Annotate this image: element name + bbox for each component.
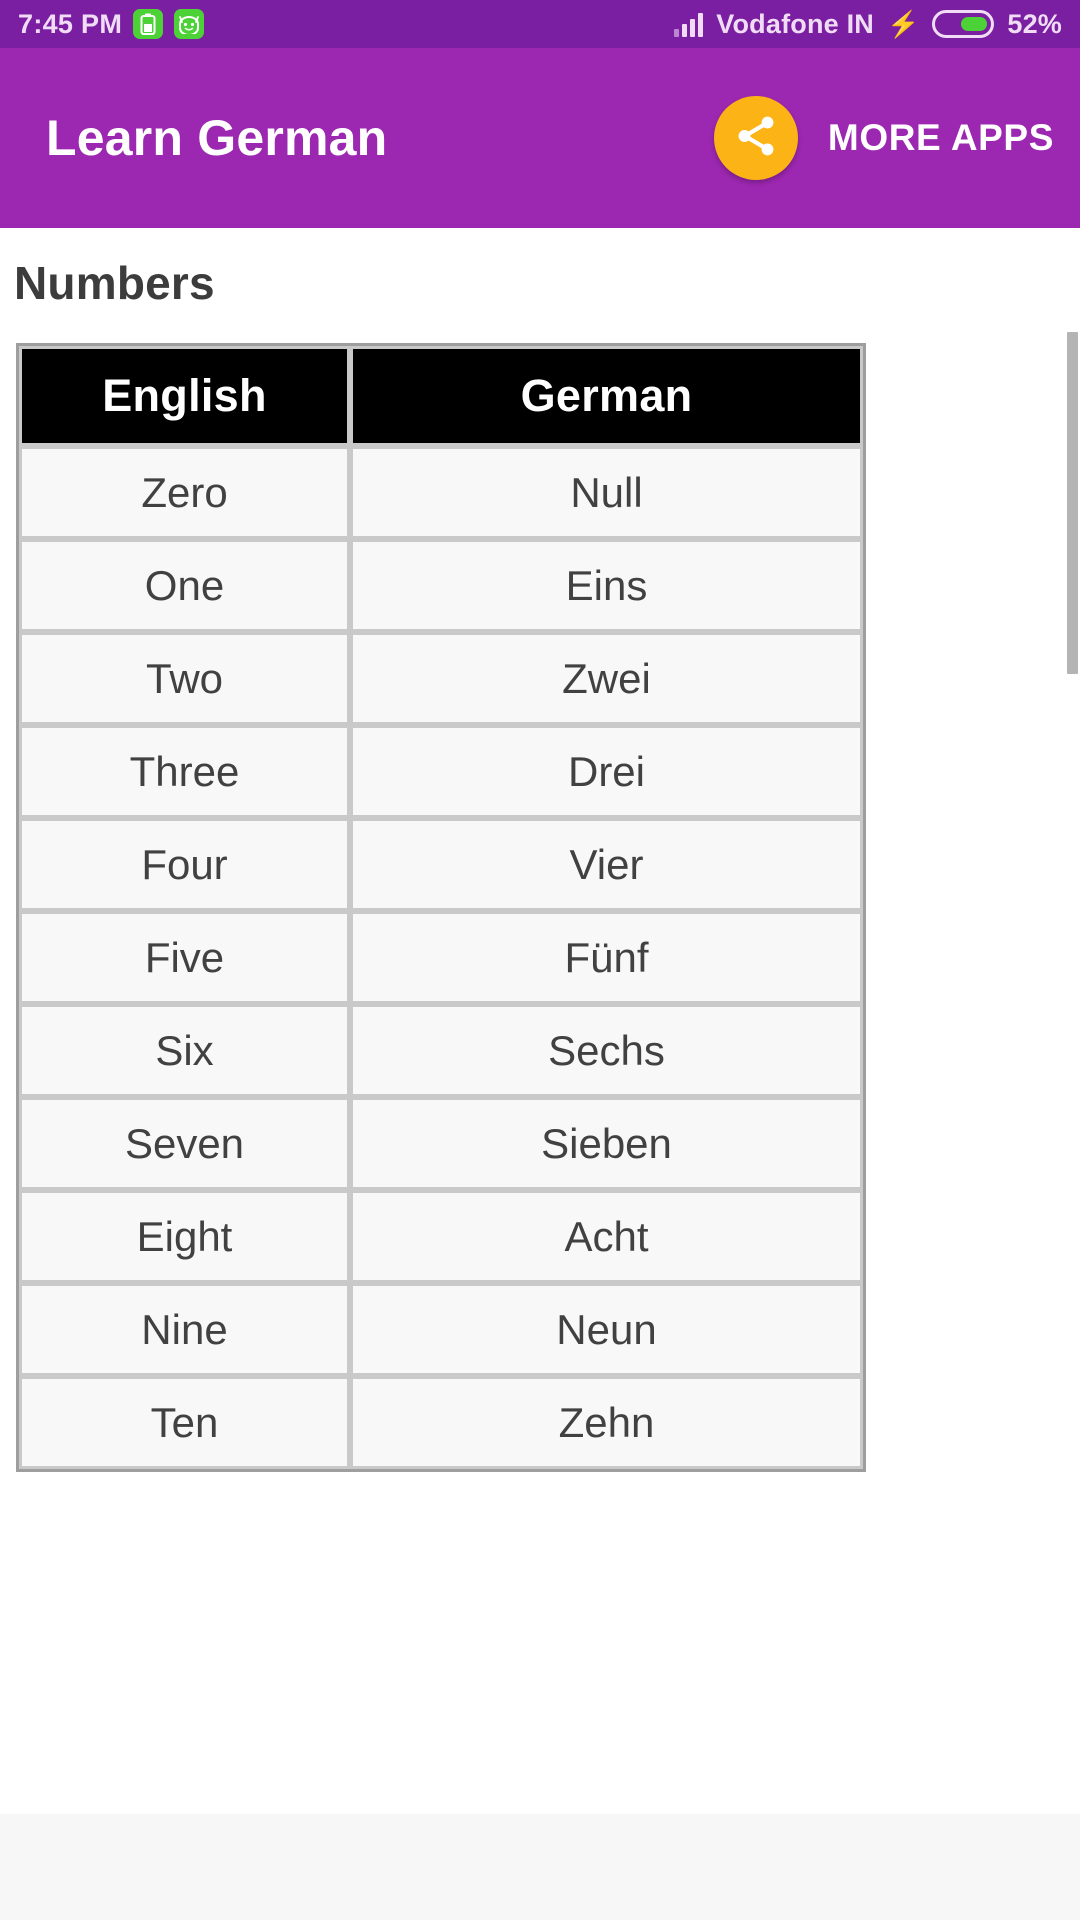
- share-button[interactable]: [713, 96, 798, 180]
- cell-german: Acht: [350, 1190, 863, 1283]
- bottom-filler: [0, 1814, 1080, 1920]
- cell-german: Zwei: [350, 632, 863, 725]
- table-row[interactable]: Four Vier: [19, 818, 863, 911]
- status-bar-clock: 7:45 PM: [18, 8, 123, 39]
- cell-english: Ten: [19, 1376, 350, 1469]
- table-body: Zero Null One Eins Two Zwei Three Drei Four Vier F…: [19, 446, 863, 1469]
- cell-english: Six: [19, 1004, 350, 1097]
- cell-german: Drei: [350, 725, 863, 818]
- battery-icon: [932, 10, 995, 38]
- vocabulary-table: English German Zero Null One Eins Two Zwei Thr…: [16, 343, 866, 1472]
- battery-saver-icon: [133, 9, 164, 39]
- app-title: Learn German: [46, 110, 388, 166]
- status-bar-right: Vodafone IN ⚡ 52%: [674, 9, 1062, 40]
- table-row[interactable]: Seven Sieben: [19, 1097, 863, 1190]
- cell-german: Neun: [350, 1283, 863, 1376]
- table-header-row: English German: [19, 346, 863, 446]
- vertical-scrollbar-thumb[interactable]: [1067, 332, 1078, 674]
- cell-english: Nine: [19, 1283, 350, 1376]
- battery-percent-label: 52%: [1007, 8, 1062, 39]
- status-bar: 7:45 PM Vodafone IN ⚡ 52%: [0, 0, 1080, 48]
- table-row[interactable]: Zero Null: [19, 446, 863, 539]
- share-icon: [733, 113, 779, 164]
- table-row[interactable]: Six Sechs: [19, 1004, 863, 1097]
- table-row[interactable]: Eight Acht: [19, 1190, 863, 1283]
- more-apps-button[interactable]: MORE APPS: [828, 117, 1054, 159]
- table-row[interactable]: One Eins: [19, 539, 863, 632]
- table-row[interactable]: Five Fünf: [19, 911, 863, 1004]
- cell-english: Four: [19, 818, 350, 911]
- cell-english: Zero: [19, 446, 350, 539]
- app-bar-actions: MORE APPS: [713, 96, 1054, 180]
- table-row[interactable]: Two Zwei: [19, 632, 863, 725]
- column-header-german: German: [350, 346, 863, 446]
- table-scroll-viewport[interactable]: English German Zero Null One Eins Two Zwei Thr…: [0, 332, 1080, 1814]
- cell-german: Zehn: [350, 1376, 863, 1469]
- cell-english: Five: [19, 911, 350, 1004]
- table-row[interactable]: Three Drei: [19, 725, 863, 818]
- table-row[interactable]: Nine Neun: [19, 1283, 863, 1376]
- cell-german: Sieben: [350, 1097, 863, 1190]
- app-bar: Learn German MORE APPS: [0, 48, 1080, 228]
- column-header-english: English: [19, 346, 350, 446]
- cell-english: Eight: [19, 1190, 350, 1283]
- cell-german: Sechs: [350, 1004, 863, 1097]
- page-title: Numbers: [14, 257, 215, 309]
- cell-german: Null: [350, 446, 863, 539]
- cell-german: Fünf: [350, 911, 863, 1004]
- table-row[interactable]: Ten Zehn: [19, 1376, 863, 1469]
- cell-english: Two: [19, 632, 350, 725]
- android-mascot-icon: [174, 9, 205, 39]
- cell-english: Seven: [19, 1097, 350, 1190]
- cell-german: Vier: [350, 818, 863, 911]
- signal-bars-icon: [674, 11, 704, 37]
- cell-english: One: [19, 539, 350, 632]
- content-area: Numbers English German Zero Null One Eins Tw…: [0, 228, 1080, 1920]
- carrier-label: Vodafone IN: [716, 8, 874, 39]
- status-bar-left: 7:45 PM: [18, 8, 205, 40]
- cell-german: Eins: [350, 539, 863, 632]
- cell-english: Three: [19, 725, 350, 818]
- lightning-bolt-icon: ⚡: [886, 9, 920, 39]
